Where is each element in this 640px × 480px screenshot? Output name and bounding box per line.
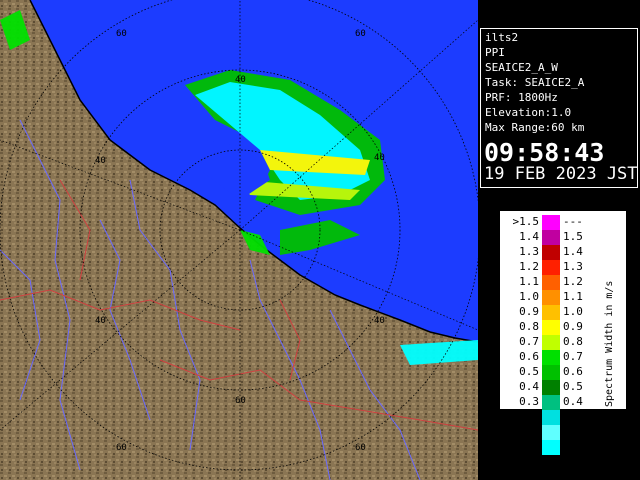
color-legend: >1.5 --- 1.4 1.5 1.3 1.4 1.2 1.3 1.1 1.2 1.0 1.1 0.9… xyxy=(499,210,627,455)
legend-lower-value: 0.7 xyxy=(519,335,539,348)
legend-lower-value: 0.8 xyxy=(519,320,539,333)
scan-time: 09:58:43 xyxy=(484,138,605,167)
legend-swatch xyxy=(542,410,560,425)
radar-map: 60 60 40 40 40 40 40 60 60 60 xyxy=(0,0,478,480)
legend-swatch xyxy=(542,350,560,365)
legend-lower-value: 0.9 xyxy=(519,305,539,318)
legend-title: Spectrum Width in m/s xyxy=(604,280,615,407)
range-label: 40 xyxy=(95,316,106,326)
range-label: 60 xyxy=(116,29,127,39)
prf-value: PRF: 1800Hz xyxy=(485,91,558,104)
legend-lower-value: 0.6 xyxy=(519,350,539,363)
scan-date: 19 FEB 2023 JST xyxy=(484,164,638,184)
range-label: 60 xyxy=(355,29,366,39)
legend-lower-value: >1.5 xyxy=(512,215,540,228)
legend-swatch xyxy=(542,305,560,320)
legend-lower-value: 0.5 xyxy=(519,365,539,378)
range-label: 60 xyxy=(235,396,246,406)
legend-swatch xyxy=(542,275,560,290)
legend-upper-value: 0.3 xyxy=(563,410,583,423)
legend-upper-value: 1.2 xyxy=(563,275,583,288)
legend-swatch xyxy=(542,230,560,245)
legend-lower-value: 1.3 xyxy=(519,245,539,258)
legend-swatch xyxy=(542,290,560,305)
legend-upper-value: 1.5 xyxy=(563,230,583,243)
legend-swatch xyxy=(542,260,560,275)
legend-upper-value: 0.9 xyxy=(563,320,583,333)
legend-lower-value: 1.2 xyxy=(519,260,539,273)
legend-lower-value: --- xyxy=(519,440,539,453)
legend-lower-value: 0.1 xyxy=(519,425,539,438)
range-label: 40 xyxy=(374,153,385,163)
legend-upper-value: 0.2 xyxy=(563,425,583,438)
task-name: Task: SEAICE2_A xyxy=(485,76,585,89)
legend-swatch xyxy=(542,395,560,410)
legend-upper-value: 0.4 xyxy=(563,395,583,408)
elevation-value: Elevation:1.0 xyxy=(485,106,572,119)
radar-info-panel: ilts2 PPI SEAICE2_A_W Task: SEAICE2_A PR… xyxy=(480,28,638,188)
max-range-value: Max Range:60 km xyxy=(485,121,585,134)
legend-upper-value: 0.5 xyxy=(563,380,583,393)
legend-upper-value: 0.8 xyxy=(563,335,583,348)
legend-upper-value: <0.1 xyxy=(563,440,590,453)
legend-lower-value: 1.0 xyxy=(519,290,539,303)
legend-upper-value: 1.0 xyxy=(563,305,583,318)
legend-lower-value: 1.4 xyxy=(519,230,539,243)
range-label: 60 xyxy=(355,443,366,453)
legend-lower-value: 0.4 xyxy=(519,380,539,393)
legend-swatch xyxy=(542,320,560,335)
legend-swatch xyxy=(542,380,560,395)
legend-lower-value: 0.3 xyxy=(519,395,539,408)
product-type: PPI xyxy=(485,46,505,59)
legend-upper-value: 1.1 xyxy=(563,290,583,303)
legend-swatch xyxy=(542,335,560,350)
range-label: 40 xyxy=(374,316,385,326)
station-name: ilts2 xyxy=(485,31,519,44)
range-label: 40 xyxy=(95,156,106,166)
legend-lower-value: 1.1 xyxy=(519,275,539,288)
legend-swatch xyxy=(542,440,560,455)
range-label: 40 xyxy=(235,75,246,85)
legend-upper-value: 1.4 xyxy=(563,245,583,258)
legend-upper-value: 0.7 xyxy=(563,350,583,363)
legend-swatch xyxy=(542,245,560,260)
scan-name: SEAICE2_A_W xyxy=(485,61,558,74)
legend-upper-value: 1.3 xyxy=(563,260,583,273)
legend-swatch xyxy=(542,365,560,380)
legend-upper-value: --- xyxy=(563,215,583,228)
legend-swatch xyxy=(542,215,560,230)
legend-swatch xyxy=(542,425,560,440)
legend-upper-value: 0.6 xyxy=(563,365,583,378)
legend-lower-value: 0.2 xyxy=(519,410,539,423)
range-label: 60 xyxy=(116,443,127,453)
